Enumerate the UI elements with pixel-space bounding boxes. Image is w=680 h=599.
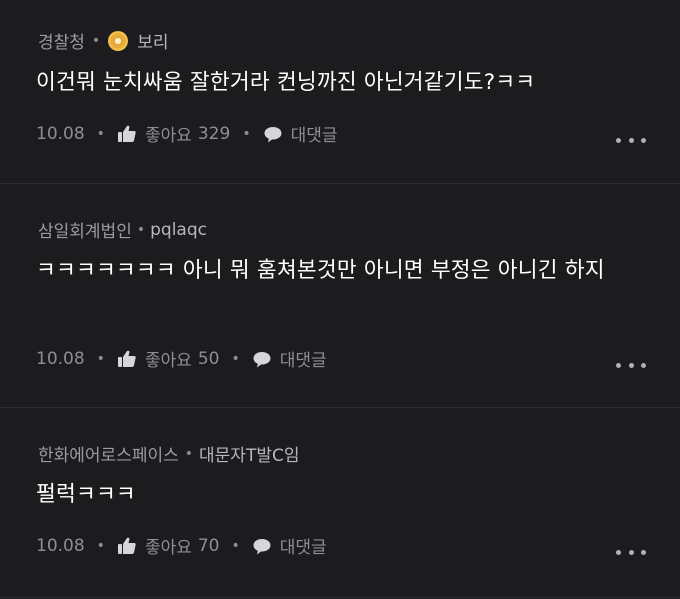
- more-options-icon[interactable]: [616, 548, 646, 556]
- comment-meta: 한화에어로스페이스 • 대문자T발C임: [38, 441, 300, 467]
- speech-bubble-icon: [253, 538, 271, 554]
- like-label: 좋아요: [144, 126, 192, 146]
- comment-text: ㅋㅋㅋㅋㅋㅋㅋ 아니 뭐 훔쳐본것만 아니면 부정은 아니긴 하지: [36, 258, 605, 283]
- comment-meta: 삼일회계법인 • pqlaqc: [38, 217, 207, 243]
- thumbs-up-icon: [117, 350, 136, 367]
- comment-text: 펄럭ㅋㅋㅋ: [36, 482, 136, 507]
- separator-dot: •: [184, 445, 194, 462]
- comment-actions: 10.08 • 좋아요 50 • 대댓글: [36, 346, 327, 372]
- separator-dot: •: [231, 350, 240, 367]
- like-button[interactable]: 좋아요 329: [117, 121, 230, 146]
- like-label: 좋아요: [144, 538, 192, 558]
- separator-dot: •: [96, 350, 105, 367]
- separator-dot: •: [231, 537, 240, 554]
- author-name[interactable]: 보리: [137, 28, 168, 53]
- divider: [0, 597, 680, 598]
- like-count: 70: [197, 535, 220, 556]
- like-button[interactable]: 좋아요 50: [117, 346, 220, 371]
- like-count: 329: [197, 123, 231, 144]
- comment-date: 10.08: [36, 123, 85, 144]
- comment-text: 이건뭐 눈치싸움 잘한거라 컨닝까진 아닌거같기도?ㅋㅋ: [36, 70, 536, 95]
- more-options-icon[interactable]: [616, 361, 646, 369]
- comment-date: 10.08: [36, 535, 85, 556]
- comment-item: 삼일회계법인 • pqlaqc ㅋㅋㅋㅋㅋㅋㅋ 아니 뭐 훔쳐본것만 아니면 부…: [0, 184, 680, 407]
- author-name[interactable]: pqlaqc: [150, 220, 207, 240]
- thumbs-up-icon: [117, 537, 136, 554]
- thumbs-up-icon: [117, 125, 136, 142]
- separator-dot: •: [96, 537, 105, 554]
- comment-actions: 10.08 • 좋아요 329 • 대댓글: [36, 121, 338, 147]
- company-name[interactable]: 경찰청: [38, 28, 85, 53]
- company-name[interactable]: 삼일회계법인: [38, 217, 132, 242]
- separator-dot: •: [96, 125, 105, 142]
- separator-dot: •: [91, 32, 101, 49]
- reply-label: 대댓글: [290, 126, 338, 146]
- reply-label: 대댓글: [279, 351, 327, 371]
- speech-bubble-icon: [253, 351, 271, 367]
- separator-dot: •: [242, 125, 251, 142]
- more-options-icon[interactable]: [616, 136, 646, 144]
- like-label: 좋아요: [144, 351, 192, 371]
- reply-button[interactable]: 대댓글: [263, 121, 338, 146]
- reply-button[interactable]: 대댓글: [252, 346, 327, 371]
- comment-meta: 경찰청 • 보리: [38, 28, 168, 53]
- like-button[interactable]: 좋아요 70: [117, 533, 220, 558]
- gold-coin-badge-icon: [108, 30, 129, 51]
- company-name[interactable]: 한화에어로스페이스: [38, 441, 179, 466]
- like-count: 50: [197, 348, 220, 369]
- speech-bubble-icon: [264, 126, 282, 142]
- reply-button[interactable]: 대댓글: [252, 533, 327, 558]
- comment-date: 10.08: [36, 348, 85, 369]
- separator-dot: •: [136, 221, 146, 238]
- comment-item: 경찰청 • 보리 이건뭐 눈치싸움 잘한거라 컨닝까진 아닌거같기도?ㅋㅋ 10…: [0, 0, 680, 183]
- comment-actions: 10.08 • 좋아요 70 • 대댓글: [36, 533, 327, 559]
- comment-item: 한화에어로스페이스 • 대문자T발C임 펄럭ㅋㅋㅋ 10.08 • 좋아요 70…: [0, 408, 680, 599]
- reply-label: 대댓글: [279, 538, 327, 558]
- author-name[interactable]: 대문자T발C임: [199, 441, 299, 466]
